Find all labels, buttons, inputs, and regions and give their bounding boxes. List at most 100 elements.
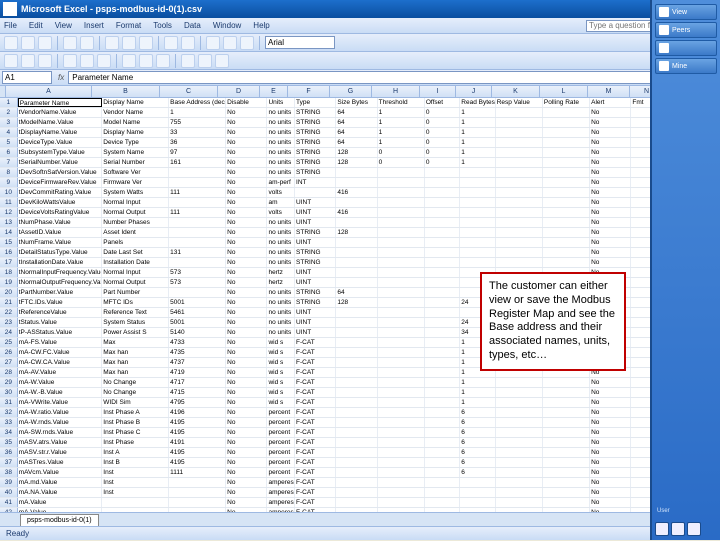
cell[interactable]: percent [267,428,295,437]
cell[interactable] [425,498,460,507]
cell[interactable] [543,258,590,267]
cell[interactable]: No [226,508,267,512]
cell[interactable]: No [226,288,267,297]
cell[interactable]: 0 [425,118,460,127]
cell[interactable]: Normal Output [102,208,169,217]
cell[interactable]: mA-CW.CA.Value [18,358,103,367]
row-header[interactable]: 38 [0,468,18,477]
cell[interactable]: 128 [336,298,377,307]
cell[interactable] [336,178,377,187]
row-header[interactable]: 42 [0,508,18,512]
cell[interactable]: 1 [460,128,495,137]
cell[interactable]: hertz [267,268,295,277]
cell[interactable]: mA-W.Value [18,378,103,387]
cell[interactable] [496,118,543,127]
cell[interactable]: STRING [295,148,336,157]
cell[interactable]: No [226,158,267,167]
cell[interactable]: No [226,138,267,147]
cell[interactable] [496,258,543,267]
cell[interactable]: F-CAT [295,468,336,477]
cell[interactable]: 4195 [169,458,226,467]
cell[interactable] [336,278,377,287]
row-header[interactable]: 20 [0,288,18,297]
cell[interactable]: Inst [102,478,169,487]
cell[interactable]: no units [267,328,295,337]
cell[interactable]: Inst Phase [102,438,169,447]
cell[interactable]: No [590,448,631,457]
cell[interactable]: mA.Value [18,508,103,512]
cell[interactable] [543,198,590,207]
cell[interactable] [336,318,377,327]
cell[interactable]: No [226,458,267,467]
row-header[interactable]: 19 [0,278,18,287]
cell[interactable]: No [590,488,631,497]
cell[interactable]: 573 [169,268,226,277]
cell[interactable]: No [226,318,267,327]
cell[interactable]: STRING [295,168,336,177]
cell[interactable]: Inst B [102,458,169,467]
cell[interactable] [543,438,590,447]
cell[interactable] [169,488,226,497]
cell[interactable]: No [590,388,631,397]
cell[interactable]: 0 [378,158,425,167]
cell[interactable]: mASV.str.r.Value [18,448,103,457]
row-header[interactable]: 7 [0,158,18,167]
cell[interactable] [336,448,377,457]
cell[interactable]: 573 [169,278,226,287]
cell[interactable]: No [590,418,631,427]
cell[interactable] [336,468,377,477]
cell[interactable]: 0 [425,138,460,147]
cell[interactable]: 4195 [169,428,226,437]
cell[interactable]: No [226,498,267,507]
cell[interactable] [169,178,226,187]
cell[interactable]: percent [267,468,295,477]
cell[interactable]: No [226,238,267,247]
cell[interactable]: No [590,218,631,227]
cell[interactable] [543,478,590,487]
cell[interactable]: WIDI Sim [102,398,169,407]
cell[interactable]: mA.NA.Value [18,488,103,497]
cell[interactable] [336,238,377,247]
cell[interactable]: 6 [460,458,495,467]
cell[interactable]: 0 [378,148,425,157]
tray-icon[interactable] [687,522,701,536]
font-color-icon[interactable] [215,54,229,68]
cell[interactable] [169,168,226,177]
cell[interactable]: no units [267,138,295,147]
cell[interactable] [425,388,460,397]
cell[interactable]: Software Ver [102,168,169,177]
cell[interactable]: System Name [102,148,169,157]
cell[interactable] [378,338,425,347]
row-header[interactable]: 31 [0,398,18,407]
tray-icon[interactable] [671,522,685,536]
cell[interactable]: mA.md.Value [18,478,103,487]
cell[interactable]: No [590,198,631,207]
cell[interactable] [378,468,425,477]
cell[interactable]: 1 [460,378,495,387]
undo-icon[interactable] [164,36,178,50]
cell[interactable]: 4717 [169,378,226,387]
cell[interactable] [460,188,495,197]
align-center-icon[interactable] [80,54,94,68]
menu-format[interactable]: Format [116,21,141,30]
cell[interactable]: percent [267,408,295,417]
cell[interactable] [543,208,590,217]
cell[interactable]: 128 [336,228,377,237]
row-header[interactable]: 28 [0,368,18,377]
cell[interactable] [169,258,226,267]
comma-icon[interactable] [156,54,170,68]
cell[interactable]: No [590,468,631,477]
cell[interactable]: No [590,258,631,267]
redo-icon[interactable] [181,36,195,50]
cell[interactable]: 0 [425,148,460,157]
cell[interactable] [496,108,543,117]
cell[interactable]: Power Assist S [102,328,169,337]
cell[interactable]: mA-SW.rnds.Value [18,428,103,437]
cell[interactable] [496,458,543,467]
cell[interactable]: percent [267,418,295,427]
cell[interactable]: MFTC IDs [102,298,169,307]
cell[interactable] [169,228,226,237]
cell[interactable]: 1 [460,118,495,127]
formula-bar[interactable]: Parameter Name [68,71,716,84]
cell[interactable] [378,298,425,307]
